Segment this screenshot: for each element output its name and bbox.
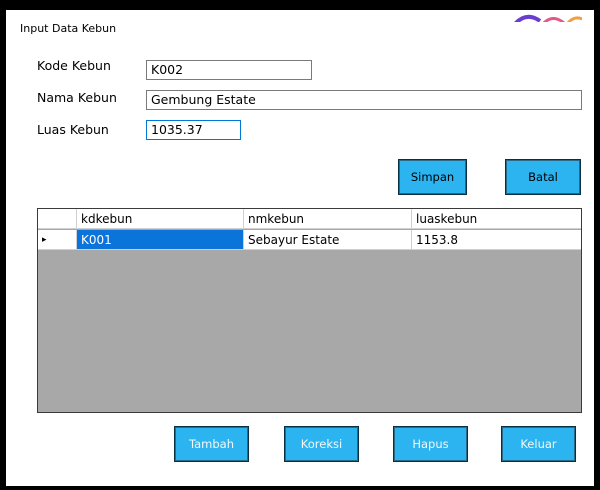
table-row[interactable]: ▸ K001 Sebayur Estate 1153.8 [38, 230, 581, 250]
koreksi-button[interactable]: Koreksi [284, 426, 359, 462]
tambah-button[interactable]: Tambah [174, 426, 249, 462]
nama-kebun-input[interactable]: Gembung Estate [146, 90, 582, 110]
kode-kebun-input[interactable]: K002 [146, 60, 312, 80]
kode-kebun-label: Kode Kebun [37, 58, 111, 73]
window-frame: Input Data Kebun Kode Kebun K002 Nama Ke… [0, 0, 600, 490]
cell-nmkebun[interactable]: Sebayur Estate [244, 230, 412, 250]
row-header-corner [38, 209, 77, 229]
row-indicator-icon[interactable]: ▸ [38, 230, 77, 250]
batal-button[interactable]: Batal [505, 159, 581, 195]
cell-kdkebun[interactable]: K001 [77, 230, 244, 250]
nama-kebun-label: Nama Kebun [37, 90, 117, 105]
luas-kebun-label: Luas Kebun [37, 122, 109, 137]
luas-kebun-input[interactable]: 1035.37 [146, 120, 241, 140]
grid-header: kdkebun nmkebun luaskebun [38, 209, 581, 229]
data-grid[interactable]: kdkebun nmkebun luaskebun ▸ K001 Sebayur… [37, 208, 582, 413]
simpan-button[interactable]: Simpan [398, 159, 467, 195]
column-header-nmkebun[interactable]: nmkebun [244, 209, 412, 229]
cell-luaskebun[interactable]: 1153.8 [412, 230, 581, 250]
column-header-kdkebun[interactable]: kdkebun [77, 209, 244, 229]
column-header-luaskebun[interactable]: luaskebun [412, 209, 581, 229]
decorative-swoosh-icon [512, 10, 582, 22]
form-window: Input Data Kebun Kode Kebun K002 Nama Ke… [6, 10, 594, 486]
hapus-button[interactable]: Hapus [393, 426, 468, 462]
keluar-button[interactable]: Keluar [501, 426, 576, 462]
window-title: Input Data Kebun [20, 22, 117, 35]
